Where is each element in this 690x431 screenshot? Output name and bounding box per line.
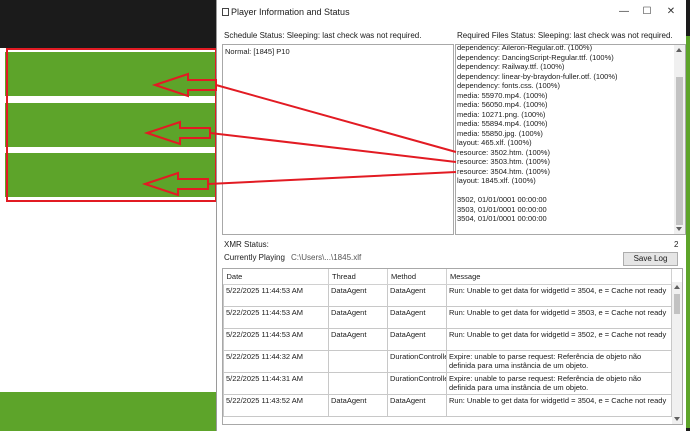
annotation-line-3	[208, 172, 456, 184]
annotation-line-2	[210, 133, 456, 162]
annotation-arrow-head-2	[147, 122, 210, 144]
annotation-arrows	[0, 0, 690, 431]
annotation-line-1	[216, 85, 456, 152]
annotation-arrow-head-3	[145, 173, 208, 195]
annotation-arrow-head-1	[155, 74, 216, 96]
